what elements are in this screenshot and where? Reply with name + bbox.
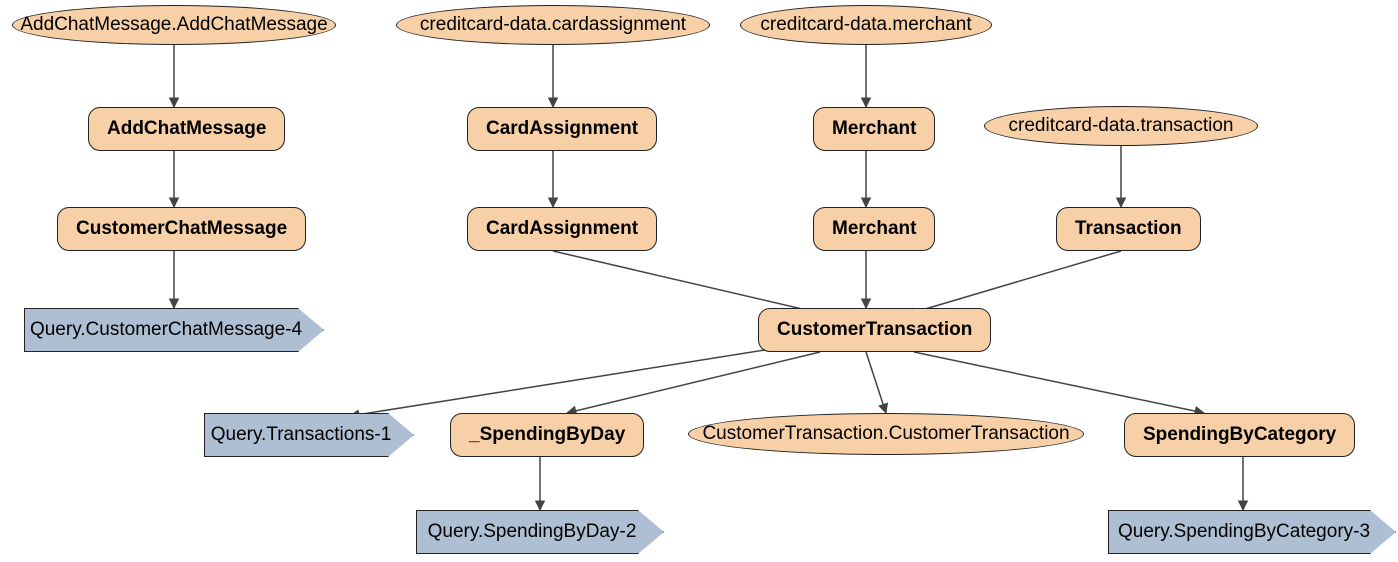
node-label: Query.SpendingByDay-2: [428, 521, 637, 543]
diagram-canvas: AddChatMessage.AddChatMessage creditcard…: [0, 0, 1398, 562]
edge-layer: [0, 0, 1398, 562]
node-label: creditcard-data.transaction: [1009, 115, 1234, 137]
node-label: CustomerChatMessage: [76, 218, 287, 240]
source-customertransaction[interactable]: CustomerTransaction.CustomerTransaction: [688, 413, 1084, 455]
node-label: creditcard-data.cardassignment: [420, 14, 686, 36]
node-label: CustomerTransaction.CustomerTransaction: [702, 423, 1069, 445]
source-transaction[interactable]: creditcard-data.transaction: [984, 106, 1258, 146]
node-spendingbycategory[interactable]: SpendingByCategory: [1124, 413, 1355, 457]
node-label: Query.CustomerChatMessage-4: [30, 319, 302, 341]
node-label: creditcard-data.merchant: [760, 14, 971, 36]
node-label: CustomerTransaction: [777, 319, 972, 341]
node-label: SpendingByCategory: [1143, 424, 1336, 446]
sink-spendingbycategory[interactable]: Query.SpendingByCategory-3: [1108, 510, 1396, 554]
node-label: CardAssignment: [486, 118, 638, 140]
node-spendingbyday[interactable]: _SpendingByDay: [450, 413, 644, 457]
node-cardassignment-2[interactable]: CardAssignment: [467, 207, 657, 251]
node-customertransaction[interactable]: CustomerTransaction: [758, 308, 991, 352]
sink-spendingbyday[interactable]: Query.SpendingByDay-2: [416, 510, 664, 554]
source-cardassignment[interactable]: creditcard-data.cardassignment: [396, 5, 710, 45]
source-addchatmessage[interactable]: AddChatMessage.AddChatMessage: [12, 5, 336, 45]
node-addchatmessage[interactable]: AddChatMessage: [88, 107, 285, 151]
node-label: Query.SpendingByCategory-3: [1118, 521, 1370, 543]
source-merchant[interactable]: creditcard-data.merchant: [740, 5, 992, 45]
node-label: _SpendingByDay: [469, 424, 625, 446]
node-label: CardAssignment: [486, 218, 638, 240]
node-label: Query.Transactions-1: [211, 424, 392, 446]
node-label: Merchant: [832, 118, 916, 140]
node-label: AddChatMessage: [107, 118, 266, 140]
node-merchant-2[interactable]: Merchant: [813, 207, 935, 251]
node-cardassignment-1[interactable]: CardAssignment: [467, 107, 657, 151]
sink-transactions[interactable]: Query.Transactions-1: [204, 413, 414, 457]
node-transaction[interactable]: Transaction: [1056, 207, 1201, 251]
node-label: Merchant: [832, 218, 916, 240]
node-label: AddChatMessage.AddChatMessage: [20, 14, 327, 36]
node-customerchatmessage[interactable]: CustomerChatMessage: [57, 207, 306, 251]
node-label: Transaction: [1075, 218, 1182, 240]
sink-customerchatmessage[interactable]: Query.CustomerChatMessage-4: [24, 308, 324, 352]
node-merchant-1[interactable]: Merchant: [813, 107, 935, 151]
